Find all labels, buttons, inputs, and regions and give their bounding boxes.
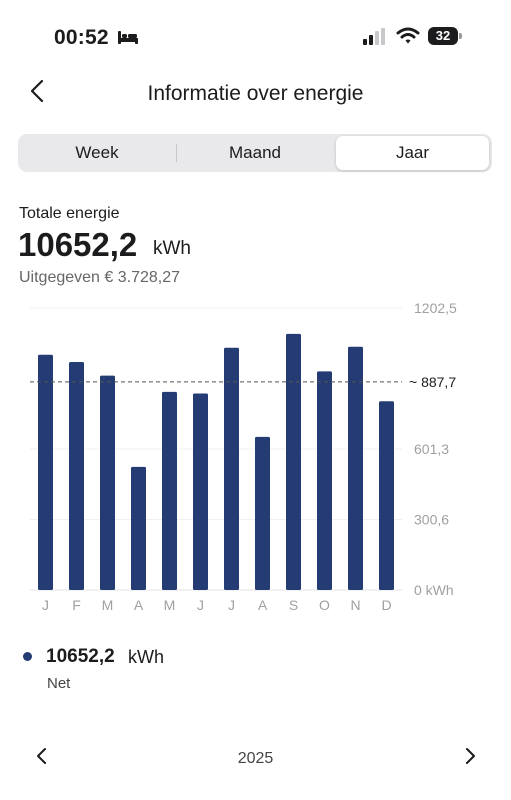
chart-bar	[348, 346, 363, 590]
tab-week[interactable]: Week	[18, 134, 176, 172]
total-energy-value: 10652,2	[18, 226, 138, 263]
x-tick-label: A	[258, 597, 268, 613]
y-tick-label: 0 kWh	[414, 582, 454, 598]
chart-bar	[224, 347, 239, 590]
chart-bar	[38, 354, 53, 590]
average-label: ~ 887,7	[409, 374, 456, 390]
total-energy-unit: kWh	[153, 238, 191, 259]
chart-bar	[193, 393, 208, 590]
status-time: 00:52	[54, 26, 109, 49]
x-tick-label: J	[228, 597, 235, 613]
legend-color-dot	[23, 652, 32, 661]
legend-unit: kWh	[128, 647, 164, 667]
x-tick-label: J	[42, 597, 49, 613]
x-tick-label: M	[102, 597, 114, 613]
spent-amount: Uitgegeven € 3.728,27	[19, 269, 181, 286]
sleep-focus-icon	[118, 31, 138, 44]
x-tick-label: O	[319, 597, 330, 613]
status-bar: 00:52 32	[0, 0, 511, 70]
x-tick-label: F	[72, 597, 81, 613]
x-tick-label: A	[134, 597, 144, 613]
period-segmented-control: Week Maand Jaar	[18, 134, 492, 172]
y-tick-label: 601,3	[414, 441, 449, 457]
battery-indicator: 32	[428, 27, 462, 47]
year-label: 2025	[237, 750, 274, 767]
chart-bar	[100, 375, 115, 590]
tab-maand[interactable]: Maand	[176, 134, 334, 172]
chart-bar	[255, 436, 270, 590]
y-tick-label: 300,6	[414, 512, 449, 528]
battery-level: 32	[435, 28, 451, 43]
total-energy-label: Totale energie	[19, 205, 120, 222]
chart-bar	[286, 333, 301, 590]
page-title: Informatie over energie	[147, 82, 364, 105]
x-tick-label: D	[381, 597, 391, 613]
energy-bar-chart[interactable]: 1202,5 601,3 300,6 0 kWh J F M A M J J A S O N D ~ 887,7	[0, 295, 511, 620]
x-tick-label: N	[350, 597, 360, 613]
chart-bar	[162, 391, 177, 590]
legend-value: 10652,2	[46, 646, 115, 667]
legend-label: Net	[47, 675, 71, 692]
tab-jaar[interactable]: Jaar	[336, 136, 489, 170]
x-tick-label: S	[289, 597, 298, 613]
y-tick-label: 1202,5	[414, 300, 457, 316]
cellular-signal-icon	[363, 28, 385, 45]
next-year-button[interactable]	[460, 745, 480, 767]
chart-bar	[379, 401, 394, 590]
wifi-icon	[396, 27, 420, 44]
x-tick-label: J	[197, 597, 204, 613]
chart-bar	[131, 466, 146, 590]
x-tick-label: M	[164, 597, 176, 613]
chart-bar	[317, 371, 332, 590]
chart-bar	[69, 362, 84, 590]
